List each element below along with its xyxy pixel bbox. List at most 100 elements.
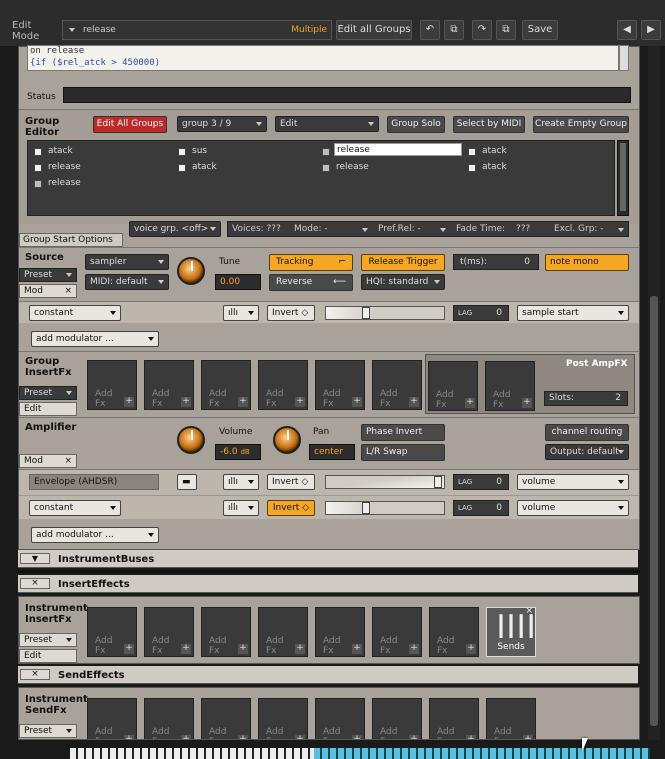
group-list[interactable]: atack release release sus atack release … [27,140,615,216]
plus-icon[interactable]: + [124,397,134,407]
channel-routing-button[interactable]: channel routing [545,424,629,441]
excl-grp-dropdown[interactable]: Excl. Grp: - [554,222,604,236]
fx-slot[interactable]: AddFx + [201,360,251,410]
group-checkbox[interactable] [322,164,330,172]
slots-field[interactable]: Slots: 2 [544,391,628,406]
close-icon[interactable]: × [64,285,72,297]
fx-slot[interactable]: AddFx + [258,607,308,657]
fx-slot[interactable]: AddFx + [201,698,251,739]
mod-intensity-slider[interactable] [325,501,445,515]
plus-icon[interactable]: + [238,735,248,739]
add-modulator-dropdown[interactable]: add modulator ... [31,527,159,543]
group-item[interactable]: atack [482,161,507,173]
send-effects-bar[interactable]: × SendEffects [18,666,638,684]
mod-shape-dropdown[interactable]: ıllı [223,500,259,516]
plus-icon[interactable]: + [124,644,134,654]
phase-invert-button[interactable]: Phase Invert [361,424,445,441]
script-editor[interactable]: on release {if ($rel_atck > 450000) [27,45,619,71]
mod-tab[interactable]: Mod × [19,454,77,468]
plus-icon[interactable]: + [295,644,305,654]
fx-slot[interactable]: AddFx + [315,607,365,657]
plus-icon[interactable]: + [181,644,191,654]
group-solo-button[interactable]: Group Solo [387,116,445,133]
mod-intensity-slider[interactable] [325,475,445,489]
mod-source-dropdown[interactable]: constant [29,305,121,321]
fx-slot[interactable]: AddFx + [485,361,535,411]
plus-icon[interactable]: + [466,644,476,654]
redo-button[interactable]: ↷ [472,20,492,40]
group-item[interactable]: release [48,177,81,189]
plus-icon[interactable]: + [238,397,248,407]
mod-target-dropdown[interactable]: volume [517,474,629,490]
volume-knob[interactable] [177,426,205,454]
group-item[interactable]: sus [192,145,207,157]
tms-field[interactable]: t(ms): 0 [453,254,539,270]
close-icon[interactable]: × [64,455,72,467]
invert-button[interactable]: Invert ◇ [267,500,315,516]
redo-history-button[interactable]: ⧉ [496,20,516,40]
close-icon[interactable]: × [525,606,533,616]
fx-slot[interactable]: AddFx + [144,698,194,739]
select-by-midi-button[interactable]: Select by MIDI [453,116,525,133]
preset-dropdown[interactable]: Preset [19,724,77,738]
pan-knob[interactable] [273,426,301,454]
pref-rel-dropdown[interactable]: Pref.Rel: - [378,222,421,236]
mod-source-label[interactable]: Envelope (AHDSR) [29,474,159,490]
group-item[interactable]: release [48,161,81,173]
fx-slot[interactable]: AddFx + [258,360,308,410]
output-dropdown[interactable]: Output: default [545,444,629,460]
lag-field[interactable]: LAG 0 [453,474,509,490]
mod-shape-dropdown[interactable]: ıllı [223,474,259,490]
plus-icon[interactable]: + [295,735,305,739]
keyboard-strip[interactable] [70,748,650,759]
mod-intensity-slider[interactable] [325,306,445,320]
plus-icon[interactable]: + [181,735,191,739]
edit-tab[interactable]: Edit [19,402,77,416]
plus-icon[interactable]: + [522,398,532,408]
create-empty-group-button[interactable]: Create Empty Group [533,116,629,133]
group-checkbox[interactable] [468,148,476,156]
voice-group-dropdown[interactable]: voice grp. <off> [129,221,221,237]
lag-field[interactable]: LAG 0 [453,305,509,321]
midi-dropdown[interactable]: MIDI: default [85,274,169,290]
plus-icon[interactable]: + [523,735,533,739]
next-button[interactable]: ▶ [641,20,661,40]
group-checkbox[interactable] [34,148,42,156]
edit-tab[interactable]: Edit [19,649,77,663]
fx-slot[interactable]: AddFx + [372,698,422,739]
group-list-scrollbar[interactable] [617,140,629,216]
edit-all-groups-button[interactable]: Edit All Groups [93,116,167,133]
release-trigger-button[interactable]: Release Trigger [361,254,445,271]
group-item[interactable]: release [336,161,369,173]
tune-value[interactable]: 0.00 [215,274,261,290]
lag-field[interactable]: LAG 0 [453,500,509,516]
undo-button[interactable]: ↶ [420,20,440,40]
fx-slot[interactable]: AddFx + [144,607,194,657]
fx-slot[interactable]: AddFx + [428,361,478,411]
add-modulator-dropdown[interactable]: add modulator ... [31,331,159,347]
hq-dropdown[interactable]: HQI: standard [361,274,445,290]
fx-slot[interactable]: AddFx + [315,360,365,410]
mod-shape-dropdown[interactable]: ıllı [223,305,259,321]
fx-slot[interactable]: AddFx + [87,607,137,657]
plus-icon[interactable]: + [466,735,476,739]
mod-target-dropdown[interactable]: sample start [517,305,629,321]
mod-target-dropdown[interactable]: volume [517,500,629,516]
group-start-options-tab[interactable]: Group Start Options [19,233,123,247]
fx-slot[interactable]: AddFx + [258,698,308,739]
fx-slot[interactable]: AddFx + [429,698,479,739]
group-checkbox[interactable] [34,164,42,172]
preset-dropdown[interactable]: Preset [19,268,77,282]
envelope-edit-button[interactable]: ▬ [177,474,197,490]
expand-button[interactable]: ▼ [20,553,50,564]
fade-time-value[interactable]: ??? [516,222,530,236]
plus-icon[interactable]: + [181,397,191,407]
undo-history-button[interactable]: ⧉ [444,20,464,40]
group-index-dropdown[interactable]: group 3 / 9 [177,116,267,132]
fx-slot[interactable]: AddFx + [144,360,194,410]
instrument-buses-bar[interactable]: ▼ InstrumentBuses [18,550,638,568]
plus-icon[interactable]: + [465,398,475,408]
plus-icon[interactable]: + [124,735,134,739]
group-checkbox[interactable] [178,164,186,172]
group-item-selected[interactable]: release [334,143,462,156]
